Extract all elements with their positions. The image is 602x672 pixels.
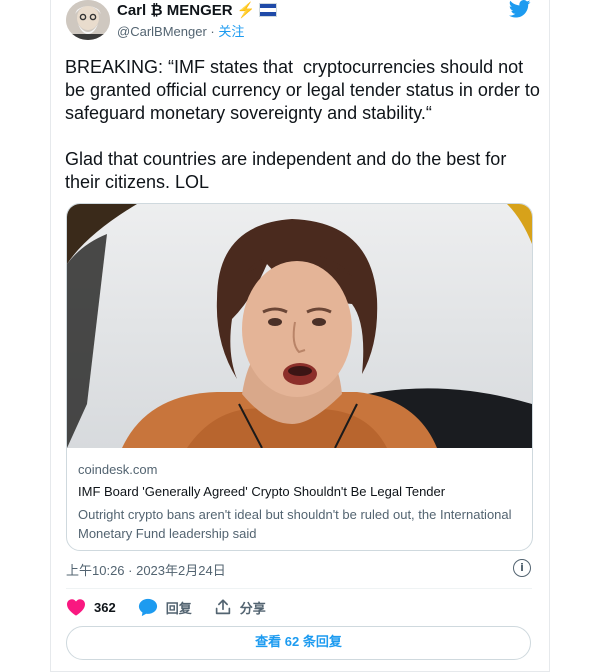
avatar[interactable] — [66, 0, 110, 40]
share-icon — [215, 599, 230, 615]
reply-label: 回复 — [165, 600, 192, 616]
handle-separator: · — [206, 24, 219, 39]
reply-bubble-icon — [138, 598, 157, 616]
reply-button[interactable]: 回复 — [138, 598, 192, 617]
info-icon[interactable]: i — [513, 559, 531, 577]
divider — [66, 588, 532, 589]
link-domain: coindesk.com — [78, 462, 158, 477]
lightning-icon: ⚡ — [236, 2, 256, 19]
author-handle[interactable]: @CarlBMenger — [117, 24, 207, 39]
twitter-bird-icon[interactable] — [509, 0, 531, 18]
link-preview-card[interactable]: coindesk.com IMF Board 'Generally Agreed… — [66, 203, 533, 551]
link-title[interactable]: IMF Board 'Generally Agreed' Crypto Shou… — [78, 484, 523, 499]
tweet-paragraph: Glad that countries are independent and … — [65, 149, 512, 192]
link-description: Outright crypto bans aren't ideal but sh… — [78, 507, 512, 541]
tweet-paragraph: BREAKING: “IMF states that cryptocurrenc… — [65, 57, 540, 123]
like-count: 362 — [94, 599, 116, 615]
author-name[interactable]: Carl ₿ MENGER — [117, 2, 233, 19]
handle-row: @CarlBMenger · 关注 — [117, 21, 244, 40]
view-replies-button[interactable]: 查看 62 条回复 — [66, 626, 531, 660]
like-button[interactable]: 362 — [66, 598, 116, 616]
share-button[interactable]: 分享 — [214, 598, 266, 617]
action-bar: 362 回复 分享 — [66, 597, 288, 617]
follow-button[interactable]: 关注 — [218, 24, 244, 39]
heart-icon — [67, 599, 85, 616]
article-photo[interactable] — [67, 204, 532, 448]
flag-icon — [259, 3, 278, 17]
tweet-text: BREAKING: “IMF states that cryptocurrenc… — [65, 56, 540, 194]
share-label: 分享 — [239, 600, 266, 616]
tweet-timestamp[interactable]: 上午10:26 · 2023年2月24日 — [66, 560, 226, 579]
link-meta: coindesk.com IMF Board 'Generally Agreed… — [78, 462, 523, 543]
author-name-row[interactable]: Carl ₿ MENGER ⚡ — [117, 1, 278, 19]
